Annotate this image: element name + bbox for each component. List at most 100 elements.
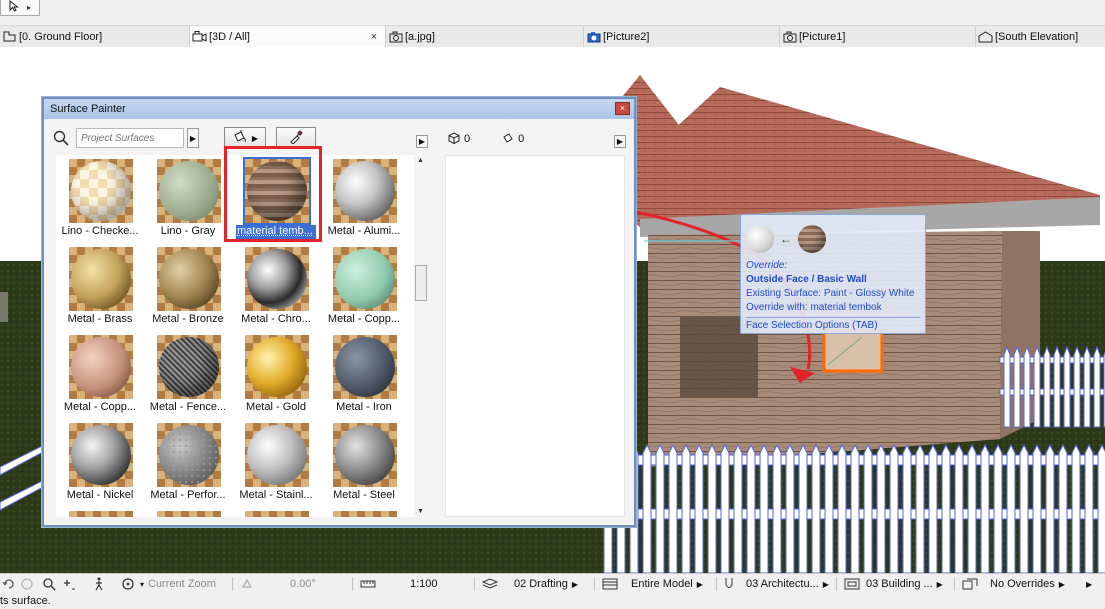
tooltip-target: Outside Face / Basic Wall bbox=[746, 274, 867, 285]
material-sphere-icon bbox=[335, 337, 395, 397]
tab-label: [0. Ground Floor] bbox=[19, 30, 103, 43]
elevation-icon bbox=[978, 30, 993, 43]
model-view-options-select[interactable]: 03 Building ... ▶ bbox=[866, 574, 943, 594]
material-tile[interactable]: Lino - Gray bbox=[144, 157, 232, 245]
material-tile[interactable]: Metal - Chro... bbox=[232, 245, 320, 333]
material-tile[interactable]: Metal - Steel bbox=[320, 421, 408, 509]
model-view-select[interactable]: Entire Model ▶ bbox=[631, 574, 703, 594]
material-scrollbar[interactable]: ▲ ▼ bbox=[414, 155, 428, 517]
override-list-panel[interactable] bbox=[445, 155, 625, 517]
material-tile[interactable]: Metal - Copp... bbox=[56, 333, 144, 421]
scroll-thumb[interactable] bbox=[415, 265, 427, 301]
fence-picket bbox=[1033, 345, 1041, 428]
orbit-icon[interactable]: ▾ bbox=[120, 574, 144, 594]
divider bbox=[352, 577, 353, 591]
tab-3d-all[interactable]: [3D / All] × bbox=[190, 26, 386, 47]
material-preview bbox=[157, 247, 221, 311]
material-preview bbox=[245, 247, 309, 311]
hint-line: ts surface. bbox=[0, 593, 1105, 609]
element-count: 0 bbox=[464, 133, 471, 145]
arrow-cursor-icon bbox=[9, 0, 19, 15]
material-preview bbox=[333, 423, 397, 487]
tab-label: [Picture1] bbox=[799, 30, 846, 43]
current-zoom-button[interactable]: Current Zoom bbox=[148, 574, 216, 594]
add-zoom-icon[interactable] bbox=[62, 574, 76, 594]
fence-picket bbox=[954, 443, 964, 573]
search-input[interactable] bbox=[76, 128, 184, 148]
camera-icon bbox=[782, 31, 797, 43]
rotation-icon[interactable] bbox=[240, 574, 254, 594]
palette-titlebar[interactable]: Surface Painter × bbox=[44, 99, 634, 119]
material-tile[interactable] bbox=[320, 509, 408, 517]
undo-zoom-icon[interactable] bbox=[2, 574, 16, 594]
tab-south-elevation[interactable]: [South Elevation] bbox=[976, 26, 1105, 47]
search-icon[interactable] bbox=[52, 129, 70, 147]
search-menu-button[interactable]: ▶ bbox=[187, 128, 199, 148]
material-label: Metal - Nickel bbox=[66, 489, 134, 501]
pen-set-select[interactable]: 03 Architectu... ▶ bbox=[746, 574, 829, 594]
tab-ground-floor[interactable]: [0. Ground Floor] bbox=[0, 26, 190, 47]
fence-picket bbox=[1003, 345, 1011, 428]
tab-a-jpg[interactable]: [a.jpg] bbox=[386, 26, 584, 47]
fence-picket bbox=[1032, 443, 1042, 573]
material-preview bbox=[69, 335, 133, 399]
scale-value[interactable]: 1:100 bbox=[410, 574, 438, 594]
palette-body: ▶ ▶ ▶ 0 0 ▶ Lino - Checke...Lino - Graym… bbox=[44, 119, 634, 525]
material-tile[interactable]: Metal - Copp... bbox=[320, 245, 408, 333]
fence-picket bbox=[980, 443, 990, 573]
material-tile[interactable]: Metal - Brass bbox=[56, 245, 144, 333]
material-tile[interactable]: Metal - Perfor... bbox=[144, 421, 232, 509]
fence-picket bbox=[902, 443, 912, 573]
fence-picket bbox=[1053, 345, 1061, 428]
material-tile[interactable]: Metal - Gold bbox=[232, 333, 320, 421]
scroll-down-icon[interactable]: ▼ bbox=[417, 508, 424, 515]
statusbar-scroll-right[interactable]: ▶ bbox=[1086, 574, 1092, 594]
material-tile[interactable] bbox=[144, 509, 232, 517]
close-icon[interactable]: × bbox=[371, 31, 377, 43]
material-label: Metal - Copp... bbox=[63, 401, 137, 413]
material-preview bbox=[333, 159, 397, 223]
graphic-overrides-select[interactable]: No Overrides ▶ bbox=[990, 574, 1065, 594]
material-tile[interactable] bbox=[56, 509, 144, 517]
rotation-angle[interactable]: 0.00° bbox=[290, 574, 316, 594]
material-tile[interactable]: Metal - Fence... bbox=[144, 333, 232, 421]
tab-picture1[interactable]: [Picture1] bbox=[780, 26, 976, 47]
material-sphere-icon bbox=[335, 249, 395, 309]
material-label: Metal - Fence... bbox=[149, 401, 227, 413]
material-tile[interactable]: Metal - Bronze bbox=[144, 245, 232, 333]
view-tab-bar: [0. Ground Floor] [3D / All] × [a.jpg] [… bbox=[0, 26, 1105, 47]
walk-icon[interactable] bbox=[93, 574, 105, 594]
side-panel-menu-button[interactable]: ▶ bbox=[614, 135, 626, 148]
close-icon[interactable]: × bbox=[615, 102, 630, 115]
material-tile[interactable]: Metal - Nickel bbox=[56, 421, 144, 509]
fence-picket bbox=[1093, 345, 1101, 428]
model-view-icon bbox=[602, 574, 618, 594]
panel-splitter[interactable] bbox=[431, 119, 437, 525]
tooltip-options: Face Selection Options (TAB) bbox=[746, 317, 920, 331]
layer-combination-select[interactable]: 02 Drafting ▶ bbox=[514, 574, 578, 594]
material-tile[interactable]: Metal - Stainl... bbox=[232, 421, 320, 509]
material-label: Metal - Gold bbox=[246, 401, 306, 413]
material-label: Metal - Iron bbox=[336, 401, 392, 413]
pen-set-value: 03 Architectu... bbox=[746, 578, 819, 590]
divider bbox=[474, 577, 475, 591]
arrow-tool-button[interactable]: ▸ bbox=[0, 0, 40, 16]
fence-picket bbox=[993, 443, 1003, 573]
chevron-down-icon[interactable]: ▸ bbox=[27, 3, 31, 12]
redo-zoom-icon[interactable] bbox=[20, 574, 34, 594]
scroll-up-icon[interactable]: ▲ bbox=[417, 157, 424, 164]
fence-picket bbox=[876, 443, 886, 573]
fence-picket bbox=[759, 443, 769, 573]
material-tile[interactable]: Lino - Checke... bbox=[56, 157, 144, 245]
eyedropper-icon bbox=[289, 130, 303, 146]
status-bar: ▾ Current Zoom 0.00° 1:100 02 Drafting ▶… bbox=[0, 573, 1105, 593]
fence-picket bbox=[837, 443, 847, 573]
material-tile[interactable]: Metal - Iron bbox=[320, 333, 408, 421]
material-tile[interactable]: Metal - Alumi... bbox=[320, 157, 408, 245]
material-tile[interactable] bbox=[232, 509, 320, 517]
material-preview bbox=[157, 159, 221, 223]
zoom-icon[interactable] bbox=[42, 574, 56, 594]
material-preview bbox=[333, 335, 397, 399]
tab-picture2[interactable]: [Picture2] bbox=[584, 26, 780, 47]
panel-expand-button[interactable]: ▶ bbox=[416, 135, 428, 148]
